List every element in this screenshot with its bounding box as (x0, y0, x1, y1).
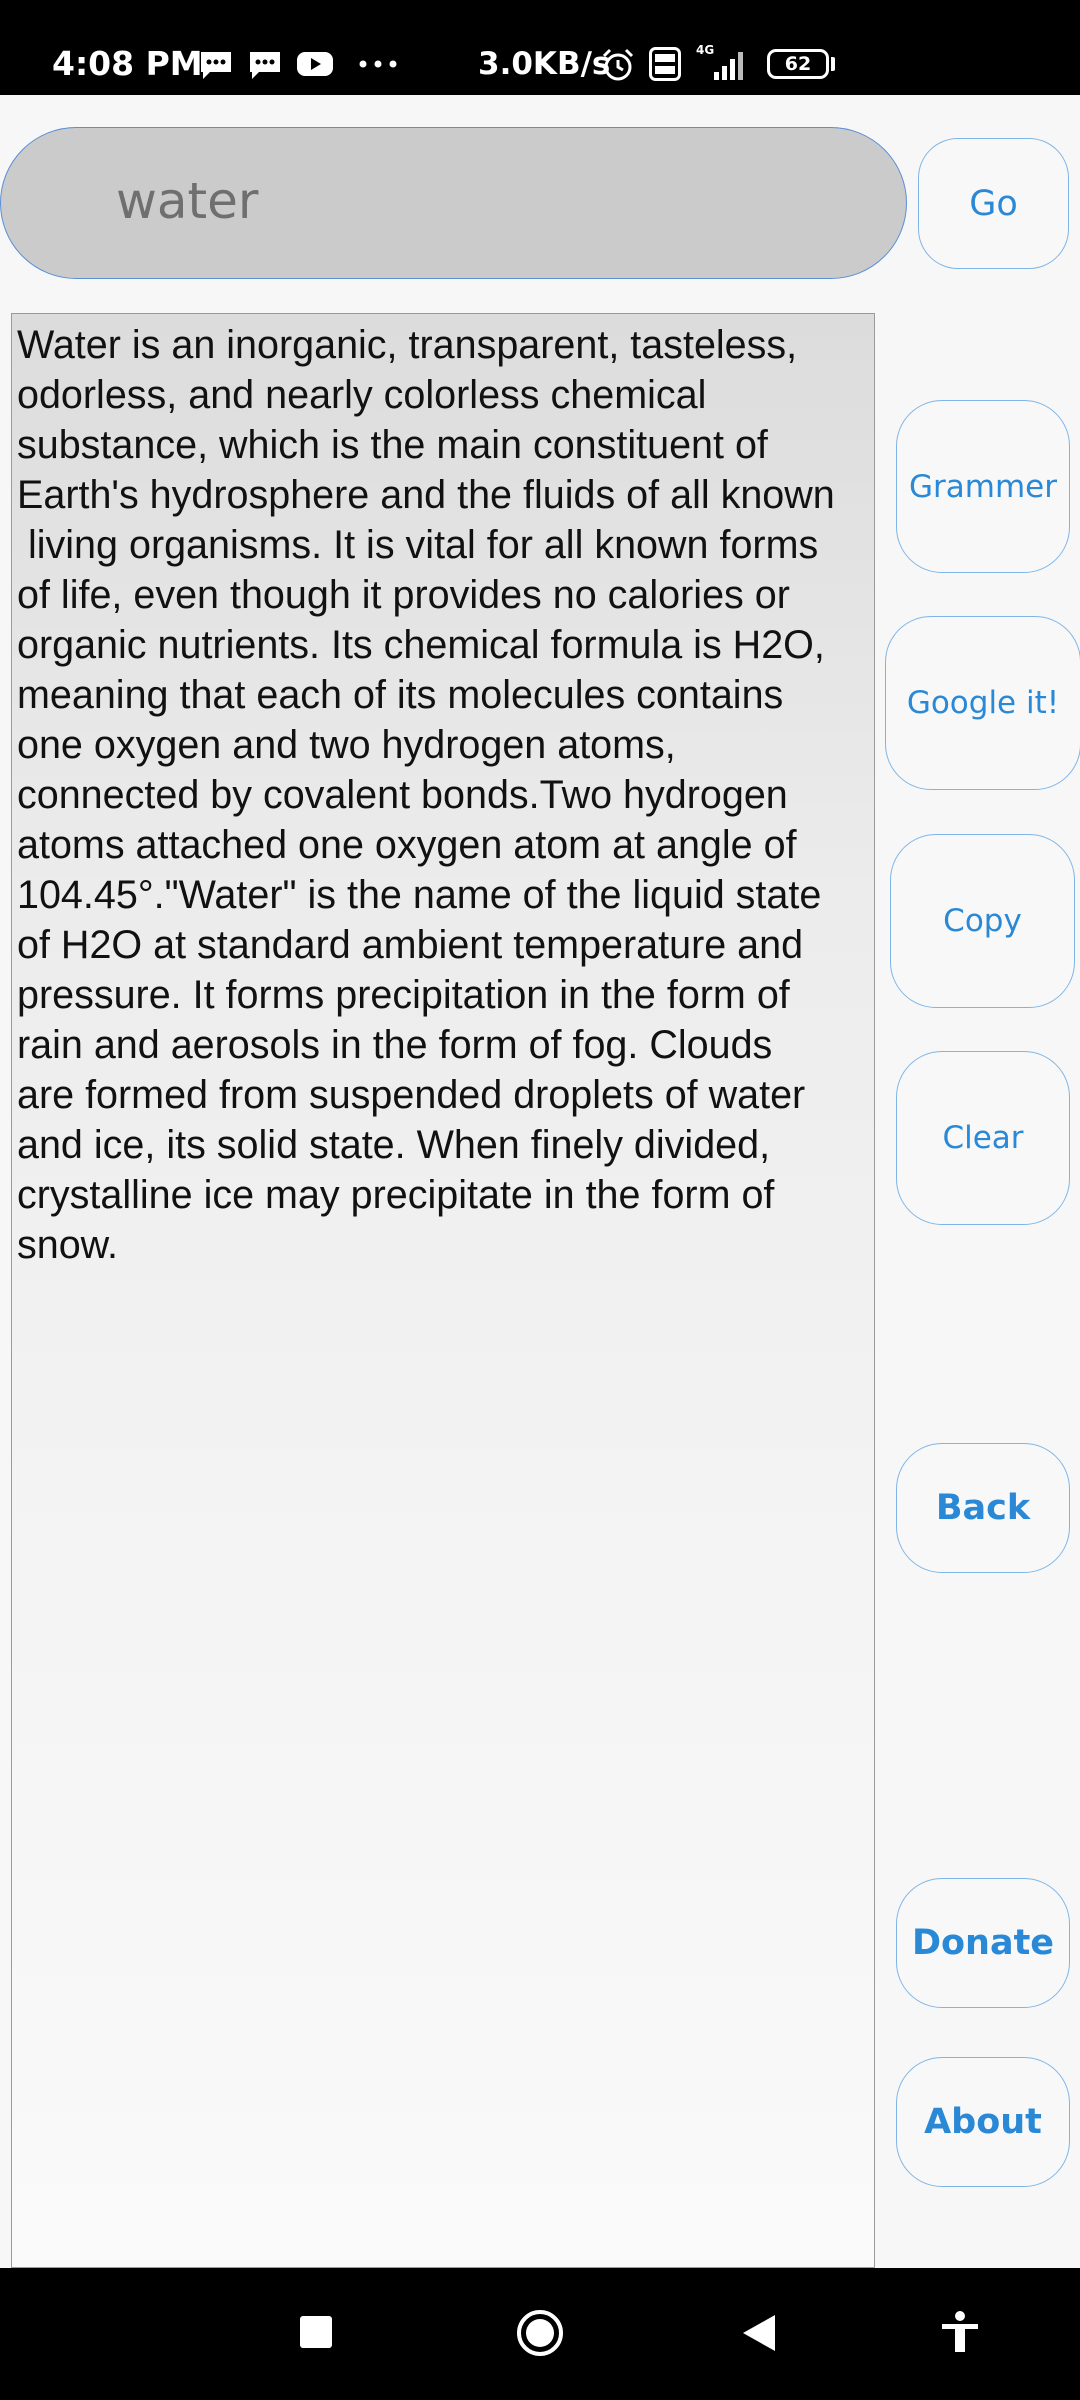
about-button[interactable]: About (896, 2057, 1070, 2187)
chat-bubble-icon (250, 52, 280, 79)
result-line: odorless, and nearly colorless chemical (17, 373, 707, 417)
status-time: 4:08 PM (52, 44, 203, 83)
google-it-button[interactable]: Google it! (885, 616, 1080, 790)
clear-button[interactable]: Clear (896, 1051, 1070, 1225)
home-circle-icon[interactable] (515, 2308, 565, 2358)
result-line: substance, which is the main constituent… (17, 423, 768, 467)
recents-square-icon[interactable] (299, 2315, 333, 2349)
result-textarea[interactable]: Water is an inorganic, transparent, tast… (11, 313, 875, 2268)
search-field[interactable] (0, 127, 907, 279)
network-speed: 3.0KB/s (478, 46, 611, 82)
result-line: of life, even though it provides no calo… (17, 573, 790, 617)
result-line: one oxygen and two hydrogen atoms, (17, 723, 676, 767)
result-line: Earth's hydrosphere and the fluids of al… (17, 473, 835, 517)
result-line: Water is an inorganic, transparent, tast… (17, 323, 798, 367)
accessibility-icon[interactable] (938, 2310, 982, 2354)
grammer-button[interactable]: Grammer (896, 400, 1070, 573)
result-line: living organisms. It is vital for all kn… (17, 523, 819, 567)
status-bar: 4:08 PM 3.0KB/s 4G 62 (0, 0, 1080, 95)
search-input[interactable] (116, 156, 856, 246)
result-line: meaning that each of its molecules conta… (17, 673, 784, 717)
volte-icon (649, 47, 681, 81)
more-dots-icon (359, 60, 397, 68)
result-line: connected by covalent bonds.Two hydrogen (17, 773, 788, 817)
donate-button[interactable]: Donate (896, 1878, 1070, 2008)
signal-4g-icon: 4G (696, 43, 743, 80)
result-line: 104.45°."Water" is the name of the liqui… (17, 873, 822, 917)
go-button[interactable]: Go (918, 138, 1069, 269)
chat-bubble-icon (201, 52, 231, 79)
alarm-icon (602, 48, 634, 81)
navigation-bar (0, 2268, 1080, 2400)
result-line: and ice, its solid state. When finely di… (17, 1123, 771, 1167)
result-line: atoms attached one oxygen atom at angle … (17, 823, 797, 867)
svg-text:4G: 4G (696, 43, 714, 57)
back-button[interactable]: Back (896, 1443, 1070, 1573)
battery-icon: 62 (767, 49, 829, 79)
result-text: Water is an inorganic, transparent, tast… (17, 320, 874, 1270)
result-line: snow. (17, 1223, 119, 1267)
result-line: crystalline ice may precipitate in the f… (17, 1173, 775, 1217)
youtube-icon (297, 52, 333, 76)
copy-button[interactable]: Copy (890, 834, 1075, 1008)
back-triangle-icon[interactable] (741, 2313, 777, 2353)
result-line: pressure. It forms precipitation in the … (17, 973, 790, 1017)
result-line: are formed from suspended droplets of wa… (17, 1073, 806, 1117)
result-line: of H2O at standard ambient temperature a… (17, 923, 804, 967)
result-line: organic nutrients. Its chemical formula … (17, 623, 825, 667)
result-line: rain and aerosols in the form of fog. Cl… (17, 1023, 773, 1067)
battery-tip (831, 57, 835, 71)
